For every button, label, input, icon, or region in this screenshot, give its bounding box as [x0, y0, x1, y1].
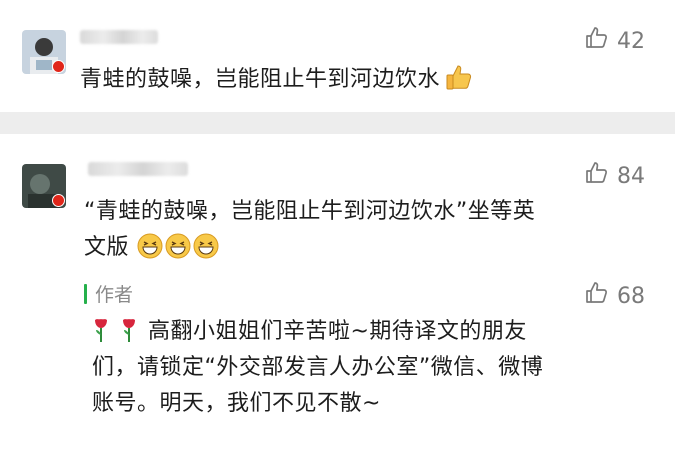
- china-flag-badge: [52, 60, 65, 73]
- comment-text-body: 文版: [84, 235, 130, 260]
- reply-like-count: 68: [617, 283, 645, 309]
- comment-text-line-2: 文版: [84, 232, 221, 264]
- grin-emoji-group: [137, 233, 221, 260]
- thumb-up-outline-icon: [585, 161, 609, 191]
- author-label: 作者: [95, 284, 134, 306]
- section-divider: [0, 112, 675, 134]
- avatar[interactable]: [22, 164, 66, 208]
- comment-text-body: 青蛙的鼓噪，岂能阻止牛到河边饮水: [80, 67, 441, 92]
- like-button[interactable]: 84: [585, 161, 645, 191]
- like-count: 42: [617, 28, 645, 54]
- grin-emoji: [193, 233, 219, 259]
- china-flag-badge: [52, 194, 65, 207]
- comment-text: 青蛙的鼓噪，岂能阻止牛到河边饮水: [80, 62, 474, 96]
- grin-emoji: [165, 233, 191, 259]
- comment-card-2: 84 “青蛙的鼓噪，岂能阻止牛到河边饮水”坐等英 文版 作者 68 高翻小姐姐们…: [0, 134, 675, 457]
- comment-card-1: 42 青蛙的鼓噪，岂能阻止牛到河边饮水: [0, 0, 675, 112]
- thumb-up-outline-icon: [585, 26, 609, 56]
- reply-text-body: 高翻小姐姐们辛苦啦~期待译文的朋友: [148, 319, 527, 344]
- reply-text-line-1: 高翻小姐姐们辛苦啦~期待译文的朋友: [92, 316, 527, 348]
- reply-text-line-2: 们，请锁定“外交部发言人办公室”微信、微博: [92, 355, 544, 380]
- reply-text-line-3: 账号。明天，我们不见不散~: [92, 391, 381, 416]
- username-blurred: [80, 30, 158, 44]
- author-bar: [84, 283, 87, 304]
- reply-like-button[interactable]: 68: [585, 281, 645, 311]
- grin-emoji: [137, 233, 163, 259]
- rose-emoji: [120, 317, 138, 343]
- author-reply-tag: 作者: [84, 280, 133, 307]
- like-count: 84: [617, 163, 645, 189]
- comment-text-line-1: “青蛙的鼓噪，岂能阻止牛到河边饮水”坐等英: [84, 199, 536, 224]
- username-blurred: [88, 162, 188, 176]
- avatar[interactable]: [22, 30, 66, 74]
- thumbs-up-emoji: [444, 62, 474, 92]
- rose-emoji: [92, 317, 110, 343]
- like-button[interactable]: 42: [585, 26, 645, 56]
- thumb-up-outline-icon: [585, 281, 609, 311]
